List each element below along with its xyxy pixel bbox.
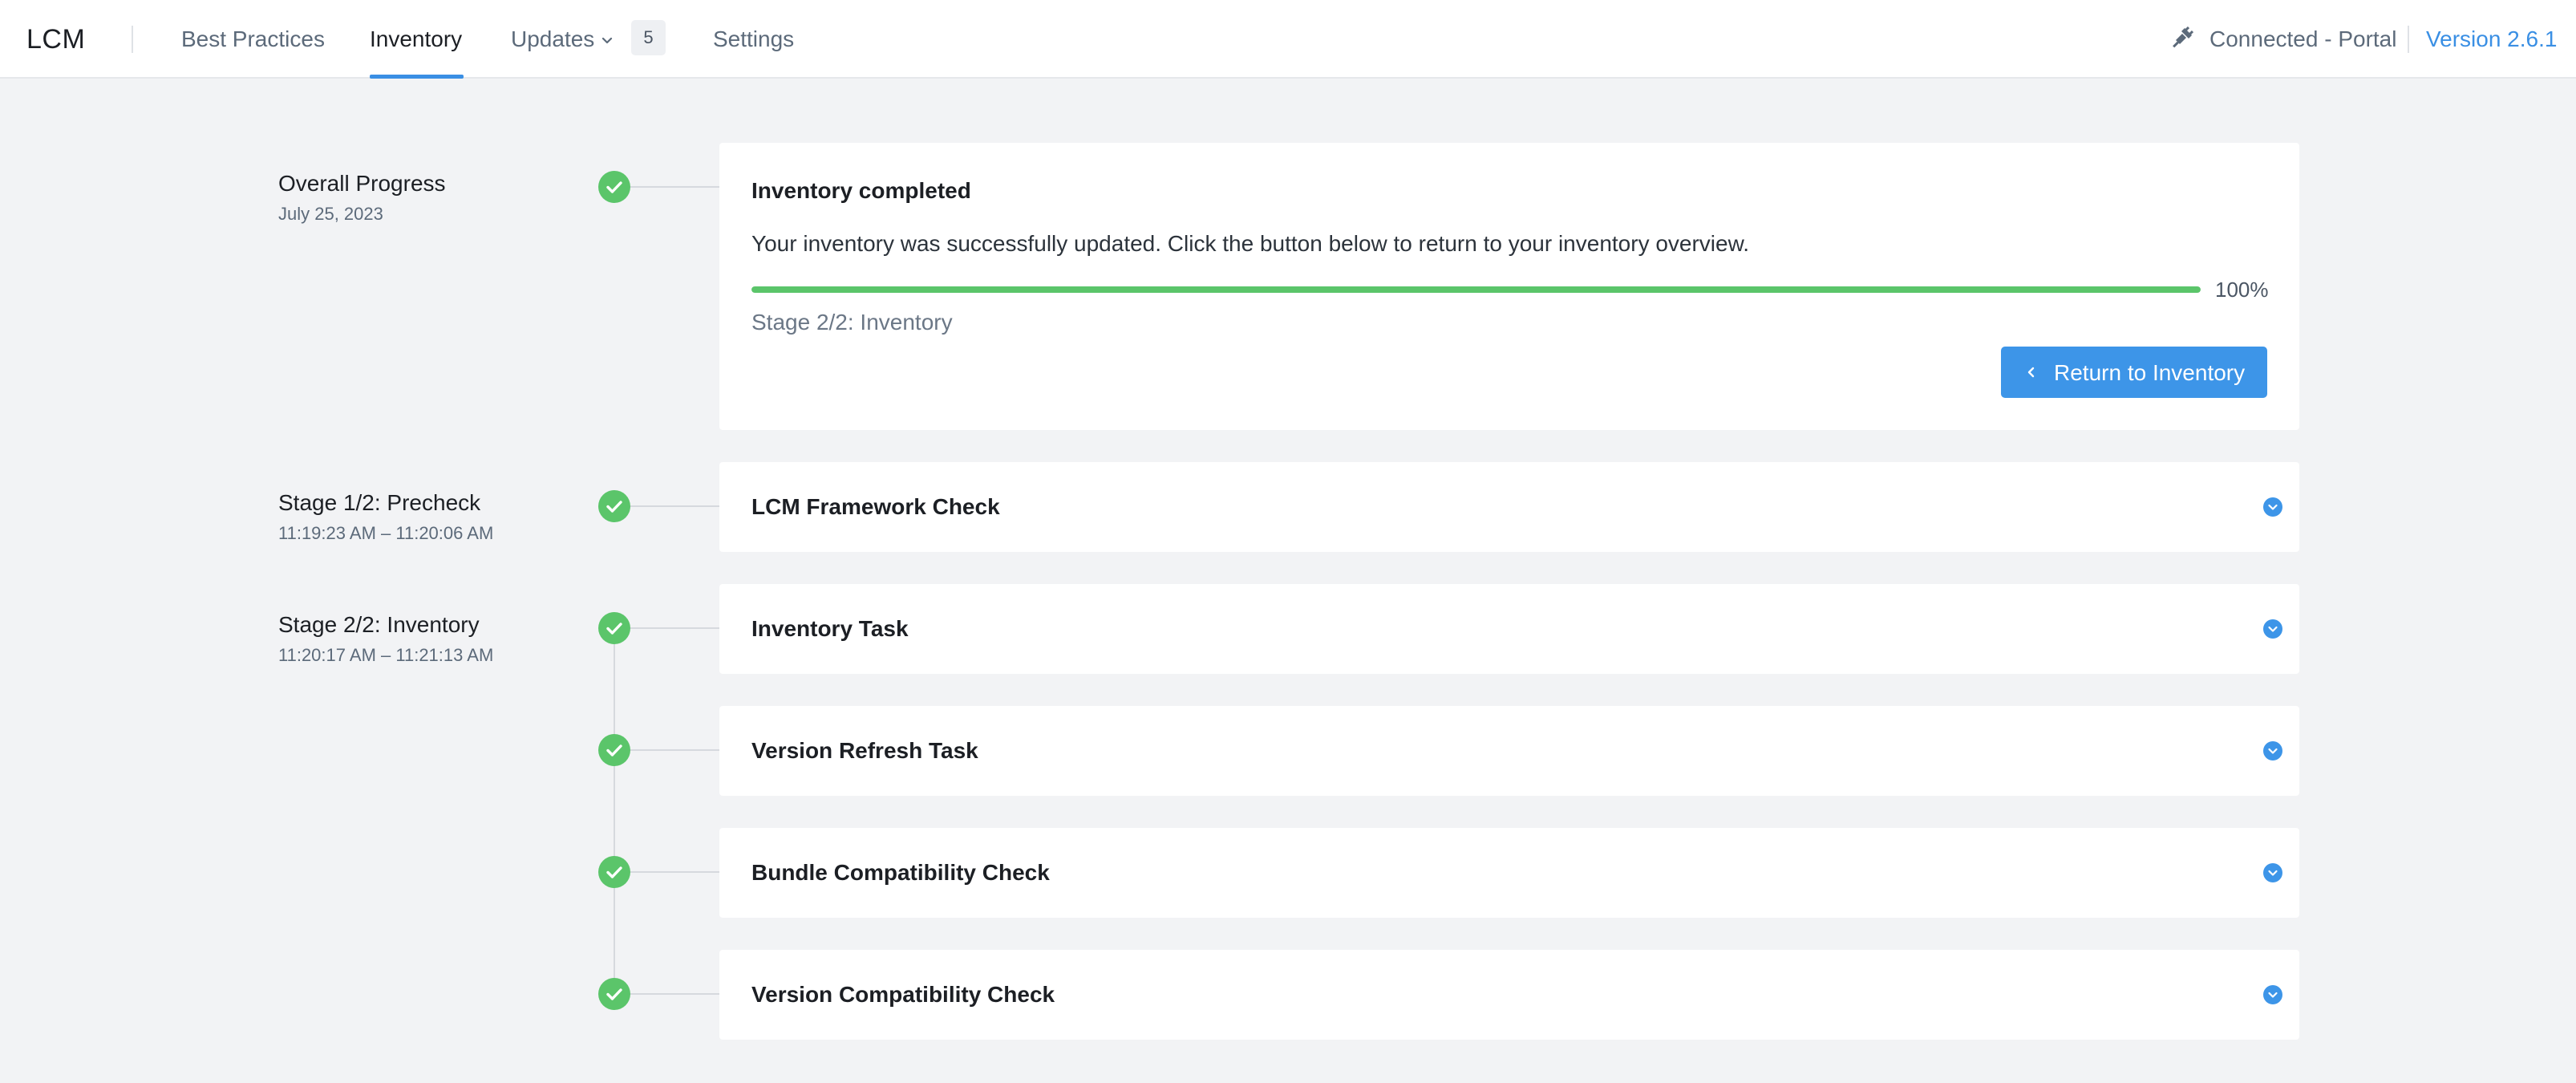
check-circle-icon bbox=[598, 171, 630, 203]
overall-progress-label: Overall Progress bbox=[278, 171, 446, 196]
task-title: Bundle Compatibility Check bbox=[751, 860, 1050, 885]
return-button-label: Return to Inventory bbox=[2054, 360, 2246, 385]
title-divider bbox=[132, 26, 133, 53]
top-nav-bar: LCM Best Practices Inventory Updates 5 S… bbox=[0, 0, 2576, 79]
version-divider bbox=[2408, 26, 2409, 53]
stage-2-label: Stage 2/2: Inventory bbox=[278, 612, 480, 637]
check-circle-icon bbox=[598, 490, 630, 522]
task-title: Version Compatibility Check bbox=[751, 982, 1055, 1007]
status-message: Your inventory was successfully updated.… bbox=[751, 231, 1750, 256]
current-stage-label: Stage 2/2: Inventory bbox=[751, 310, 953, 335]
timeline-branch bbox=[630, 505, 720, 507]
stage-1-time: 11:19:23 AM – 11:20:06 AM bbox=[278, 523, 494, 543]
nav-updates[interactable]: Updates bbox=[511, 26, 594, 52]
task-card[interactable]: Version Compatibility Check bbox=[719, 950, 2299, 1040]
app-title: LCM bbox=[26, 24, 86, 55]
nav-inventory[interactable]: Inventory bbox=[370, 26, 462, 52]
progress-percent: 100% bbox=[2215, 278, 2269, 302]
version-link[interactable]: Version 2.6.1 bbox=[2426, 26, 2557, 52]
chevron-circle-down-icon[interactable] bbox=[2263, 497, 2282, 517]
chevron-circle-down-icon[interactable] bbox=[2263, 741, 2282, 761]
timeline-branch bbox=[630, 749, 720, 751]
timeline-branch bbox=[630, 993, 720, 995]
chevron-circle-down-icon[interactable] bbox=[2263, 985, 2282, 1004]
nav-active-indicator bbox=[370, 75, 464, 79]
chevron-circle-down-icon[interactable] bbox=[2263, 863, 2282, 882]
overall-progress-date: July 25, 2023 bbox=[278, 204, 383, 224]
progress-bar bbox=[751, 286, 2201, 293]
plug-icon bbox=[2173, 26, 2194, 48]
chevron-circle-down-icon[interactable] bbox=[2263, 619, 2282, 639]
task-card[interactable]: Inventory Task bbox=[719, 584, 2299, 674]
task-title: LCM Framework Check bbox=[751, 494, 1000, 519]
task-card[interactable]: LCM Framework Check bbox=[719, 462, 2299, 552]
return-to-inventory-button[interactable]: Return to Inventory bbox=[2001, 347, 2267, 398]
chevron-down-icon[interactable] bbox=[601, 34, 614, 47]
nav-settings[interactable]: Settings bbox=[713, 26, 794, 52]
stage-2-time: 11:20:17 AM – 11:21:13 AM bbox=[278, 645, 494, 665]
stage-1-label: Stage 1/2: Precheck bbox=[278, 490, 481, 515]
progress-bar-fill bbox=[751, 286, 2201, 293]
inventory-status-card: Inventory completed Your inventory was s… bbox=[719, 143, 2299, 430]
timeline-connector bbox=[614, 629, 615, 995]
timeline-branch bbox=[630, 627, 720, 629]
check-circle-icon bbox=[598, 734, 630, 766]
updates-count-badge: 5 bbox=[631, 20, 666, 55]
timeline-branch bbox=[630, 186, 720, 188]
check-circle-icon bbox=[598, 612, 630, 644]
timeline-branch bbox=[630, 871, 720, 873]
check-circle-icon bbox=[598, 856, 630, 888]
task-title: Version Refresh Task bbox=[751, 738, 978, 763]
task-card[interactable]: Bundle Compatibility Check bbox=[719, 828, 2299, 918]
connection-status: Connected - Portal bbox=[2209, 26, 2397, 51]
nav-best-practices[interactable]: Best Practices bbox=[181, 26, 325, 52]
check-circle-icon bbox=[598, 978, 630, 1010]
chevron-left-icon bbox=[2027, 367, 2035, 378]
task-title: Inventory Task bbox=[751, 616, 909, 641]
status-title: Inventory completed bbox=[751, 178, 971, 203]
task-card[interactable]: Version Refresh Task bbox=[719, 706, 2299, 796]
